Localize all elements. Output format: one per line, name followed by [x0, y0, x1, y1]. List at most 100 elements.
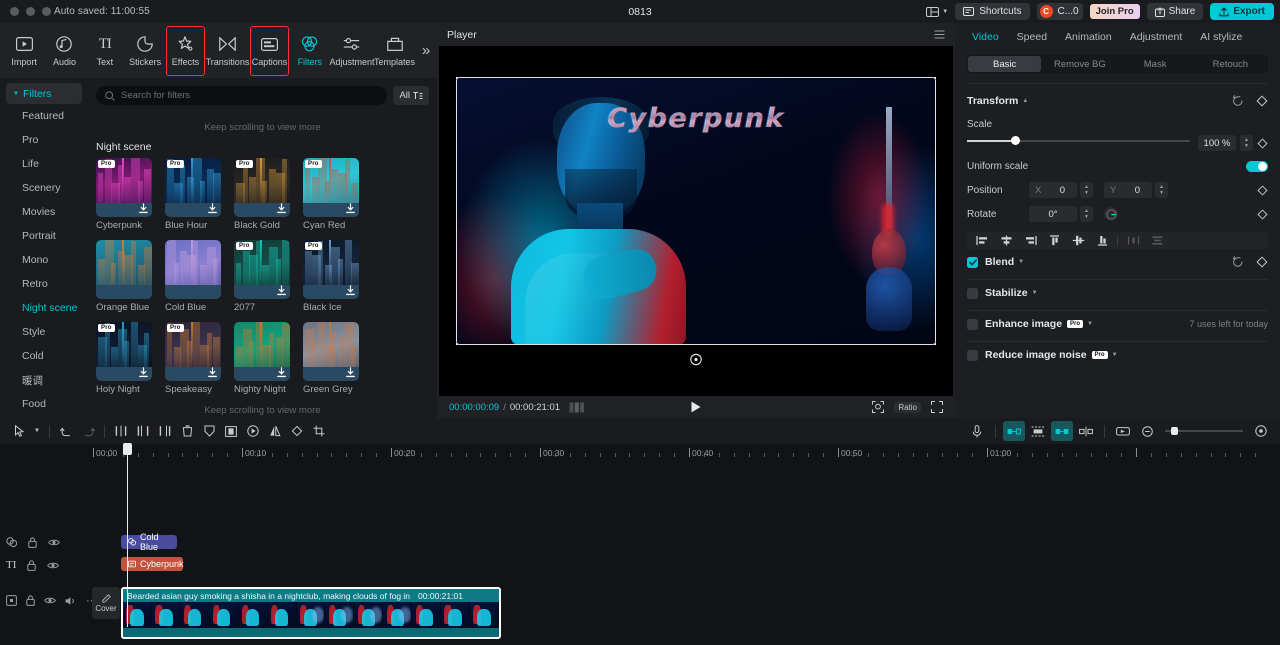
sidebar-item-retro[interactable]: Retro [0, 272, 88, 296]
record-voiceover-button[interactable] [966, 421, 988, 441]
join-pro-button[interactable]: Join Pro [1090, 4, 1140, 19]
timeline-clip-text[interactable]: Cyberpunk [121, 557, 183, 571]
position-y-input[interactable]: Y 0 [1104, 182, 1152, 198]
scale-value-input[interactable]: 100 % [1198, 135, 1236, 151]
preview-render-button[interactable] [1112, 421, 1134, 441]
filter-thumbnail[interactable]: Pro [96, 158, 152, 217]
redo-button[interactable] [77, 421, 99, 441]
download-icon[interactable] [138, 367, 149, 378]
timeline-clip-filter[interactable]: Cold Blue [121, 535, 177, 549]
crop-button[interactable] [308, 421, 330, 441]
distribute-vertical-icon[interactable] [1145, 233, 1169, 248]
trim-right-button[interactable] [154, 421, 176, 441]
share-button[interactable]: Share [1147, 3, 1204, 20]
rotate-stepper[interactable]: ▲▼ [1080, 206, 1093, 222]
sidebar-item-movies[interactable]: Movies [0, 200, 88, 224]
sidebar-item-mono[interactable]: Mono [0, 248, 88, 272]
filter-thumbnail[interactable] [303, 322, 359, 381]
rotate-value-input[interactable]: 0° [1029, 206, 1077, 222]
scale-slider-knob[interactable] [1011, 136, 1020, 145]
chevron-down-icon[interactable]: ▼ [1018, 259, 1024, 265]
align-right-icon[interactable] [1018, 233, 1042, 248]
close-window-button[interactable] [10, 7, 19, 16]
toolbar-item-captions[interactable]: Captions [249, 26, 289, 76]
toolbar-item-templates[interactable]: Templates [374, 26, 415, 76]
window-controls[interactable] [10, 7, 51, 16]
mask-button[interactable] [198, 421, 220, 441]
checkbox-enhance-image[interactable] [967, 319, 978, 330]
rotate-dial[interactable] [1104, 207, 1118, 221]
hide-track-button[interactable] [48, 538, 60, 547]
toolbar-item-audio[interactable]: Audio [44, 26, 84, 76]
toolbar-item-text[interactable]: TIText [85, 26, 125, 76]
playhead-grip[interactable] [123, 443, 132, 455]
chevron-down-icon[interactable]: ▼ [1087, 321, 1093, 327]
minimize-window-button[interactable] [26, 7, 35, 16]
align-left-icon[interactable] [970, 233, 994, 248]
tool-dropdown-button[interactable]: ▼ [30, 421, 44, 441]
filter-thumbnail[interactable]: Pro [234, 240, 290, 299]
player-menu-button[interactable] [934, 30, 945, 39]
sidebar-item-cold[interactable]: Cold [0, 344, 88, 368]
position-y-stepper[interactable]: ▲▼ [1155, 182, 1168, 198]
trim-left-button[interactable] [132, 421, 154, 441]
video-preview[interactable]: Cyberpunk [456, 77, 936, 345]
download-icon[interactable] [207, 203, 218, 214]
sidebar-item-style[interactable]: Style [0, 320, 88, 344]
download-icon[interactable] [276, 285, 287, 296]
align-top-icon[interactable] [1042, 233, 1066, 248]
position-x-stepper[interactable]: ▲▼ [1080, 182, 1093, 198]
fullscreen-button[interactable] [931, 401, 943, 413]
sidebar-item-featured[interactable]: Featured [0, 104, 88, 128]
download-icon[interactable] [207, 367, 218, 378]
download-icon[interactable] [138, 203, 149, 214]
filter-thumbnail[interactable]: Pro [96, 322, 152, 381]
select-tool-button[interactable] [8, 421, 30, 441]
sidebar-item-portrait[interactable]: Portrait [0, 224, 88, 248]
download-icon[interactable] [345, 203, 356, 214]
filter-thumbnail[interactable] [165, 240, 221, 299]
maximize-window-button[interactable] [42, 7, 51, 16]
position-x-input[interactable]: X 0 [1029, 182, 1077, 198]
segment-mask[interactable]: Mask [1119, 56, 1192, 72]
reset-transform-button[interactable] [1232, 95, 1244, 107]
sidebar-item-暖调[interactable]: 暖调 [0, 368, 88, 392]
lock-track-button[interactable] [26, 595, 35, 606]
sidebar-item-pro[interactable]: Pro [0, 128, 88, 152]
segment-basic[interactable]: Basic [968, 56, 1041, 72]
timeline-zoom-knob[interactable] [1171, 427, 1178, 435]
filter-thumbnail[interactable]: Pro [303, 158, 359, 217]
download-icon[interactable] [345, 285, 356, 296]
filter-thumbnail[interactable] [96, 240, 152, 299]
tab-video[interactable]: Video [972, 31, 999, 43]
toolbar-item-adjustment[interactable]: Adjustment [330, 26, 374, 76]
split-button[interactable] [110, 421, 132, 441]
frame-step-buttons[interactable] [569, 402, 585, 413]
layout-switch-button[interactable]: ▼ [926, 7, 948, 17]
fit-timeline-button[interactable] [1250, 421, 1272, 441]
segment-retouch[interactable]: Retouch [1194, 56, 1267, 72]
lock-track-button[interactable] [27, 560, 36, 571]
filter-thumbnail[interactable]: Pro [234, 158, 290, 217]
sidebar-item-life[interactable]: Life [0, 152, 88, 176]
play-button[interactable] [691, 401, 702, 413]
download-icon[interactable] [345, 367, 356, 378]
transform-section-header[interactable]: Transform ▲ [955, 90, 1280, 112]
uniform-scale-toggle[interactable] [1246, 161, 1268, 172]
filter-thumbnail[interactable]: Pro [165, 322, 221, 381]
tab-speed[interactable]: Speed [1017, 31, 1047, 43]
download-icon[interactable] [276, 203, 287, 214]
mirror-button[interactable] [264, 421, 286, 441]
crop-ratio-button[interactable] [220, 421, 242, 441]
tab-animation[interactable]: Animation [1065, 31, 1112, 43]
speed-button[interactable] [242, 421, 264, 441]
toolbar-item-stickers[interactable]: Stickers [125, 26, 165, 76]
delete-button[interactable] [176, 421, 198, 441]
checkbox-stabilize[interactable] [967, 288, 978, 299]
sidebar-header-filters[interactable]: ▼ Filters [6, 83, 82, 104]
zoom-out-button[interactable] [1136, 421, 1158, 441]
filter-thumbnail[interactable] [234, 322, 290, 381]
resize-handle-bottom-right[interactable] [933, 342, 936, 345]
filter-thumbnail[interactable]: Pro [165, 158, 221, 217]
account-button[interactable]: C C...0 [1037, 3, 1083, 20]
